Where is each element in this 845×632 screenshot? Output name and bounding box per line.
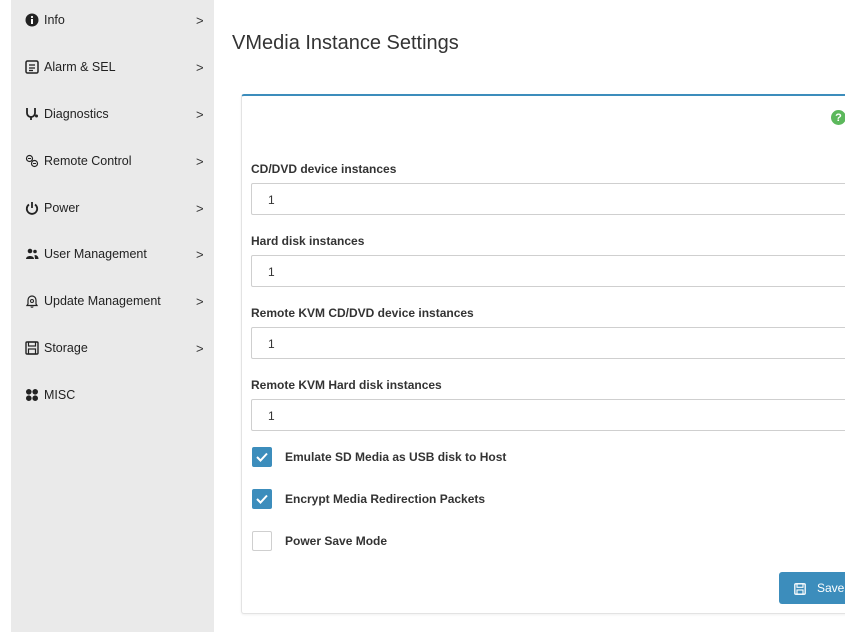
sidebar-item-label: Storage (44, 341, 88, 355)
sidebar-item-user-management[interactable]: User Management > (11, 239, 214, 269)
power-icon (25, 201, 39, 215)
kvm-hard-disk-instances-select[interactable]: 1 ▼ (251, 399, 845, 431)
sidebar-item-label: Alarm & SEL (44, 60, 116, 74)
checkmark-icon (256, 452, 268, 462)
main-content: VMedia Instance Settings ? CD/DVD device… (214, 0, 845, 632)
remote-control-icon (25, 154, 39, 168)
sidebar-item-storage[interactable]: Storage > (11, 333, 214, 363)
chevron-right-icon: > (196, 246, 204, 262)
sidebar-item-alarm-sel[interactable]: Alarm & SEL > (11, 52, 214, 82)
sidebar-item-label: Update Management (44, 294, 161, 308)
chevron-right-icon: > (196, 106, 204, 122)
chevron-right-icon: > (196, 153, 204, 169)
kvm-cd-dvd-instances-select[interactable]: 1 ▼ (251, 327, 845, 359)
hard-disk-instances-select[interactable]: 1 ▼ (251, 255, 845, 287)
emulate-sd-media-label: Emulate SD Media as USB disk to Host (285, 450, 507, 464)
page-title: VMedia Instance Settings (232, 32, 459, 54)
cd-dvd-instances-label: CD/DVD device instances (251, 162, 397, 176)
chevron-right-icon: > (196, 12, 204, 28)
sidebar: Info > Alarm & SEL > Diagnostics > Remot… (11, 0, 214, 632)
chevron-right-icon: > (196, 340, 204, 356)
select-value: 1 (268, 409, 275, 423)
emulate-sd-media-checkbox[interactable] (252, 447, 272, 467)
encrypt-media-checkbox[interactable] (252, 489, 272, 509)
power-save-mode-label: Power Save Mode (285, 534, 388, 548)
checkmark-icon (256, 494, 268, 504)
cd-dvd-instances-select[interactable]: 1 ▼ (251, 183, 845, 215)
save-button-label: Save (817, 581, 845, 595)
hard-disk-instances-label: Hard disk instances (251, 234, 365, 248)
sidebar-item-label: Diagnostics (44, 107, 109, 121)
chevron-right-icon: > (196, 293, 204, 309)
sidebar-item-misc[interactable]: MISC (11, 380, 214, 410)
sidebar-item-label: User Management (44, 247, 147, 261)
sidebar-item-diagnostics[interactable]: Diagnostics > (11, 99, 214, 129)
save-button[interactable]: Save (779, 572, 845, 604)
select-value: 1 (268, 193, 275, 207)
power-save-mode-checkbox[interactable] (252, 531, 272, 551)
storage-disk-icon (25, 341, 39, 355)
stethoscope-icon (25, 107, 39, 121)
sidebar-item-label: Info (44, 13, 65, 27)
misc-grid-icon (25, 388, 39, 402)
select-value: 1 (268, 265, 275, 279)
chevron-right-icon: > (196, 59, 204, 75)
encrypt-media-label: Encrypt Media Redirection Packets (285, 492, 486, 506)
alarm-log-icon (25, 60, 39, 74)
sidebar-item-label: MISC (44, 388, 76, 402)
help-icon[interactable]: ? (831, 110, 845, 125)
info-circle-icon (25, 13, 39, 27)
update-bell-icon (25, 294, 39, 308)
kvm-cd-dvd-instances-label: Remote KVM CD/DVD device instances (251, 306, 474, 320)
sidebar-item-power[interactable]: Power > (11, 193, 214, 223)
settings-panel: ? CD/DVD device instances 1 ▼ Hard disk … (241, 94, 845, 614)
kvm-hard-disk-instances-label: Remote KVM Hard disk instances (251, 378, 442, 392)
sidebar-item-label: Remote Control (44, 154, 132, 168)
sidebar-item-label: Power (44, 201, 80, 215)
users-icon (25, 247, 39, 261)
sidebar-item-update-management[interactable]: Update Management > (11, 286, 214, 316)
select-value: 1 (268, 337, 275, 351)
save-disk-icon (794, 582, 806, 600)
sidebar-item-info[interactable]: Info > (11, 5, 214, 35)
sidebar-item-remote-control[interactable]: Remote Control > (11, 146, 214, 176)
chevron-right-icon: > (196, 200, 204, 216)
